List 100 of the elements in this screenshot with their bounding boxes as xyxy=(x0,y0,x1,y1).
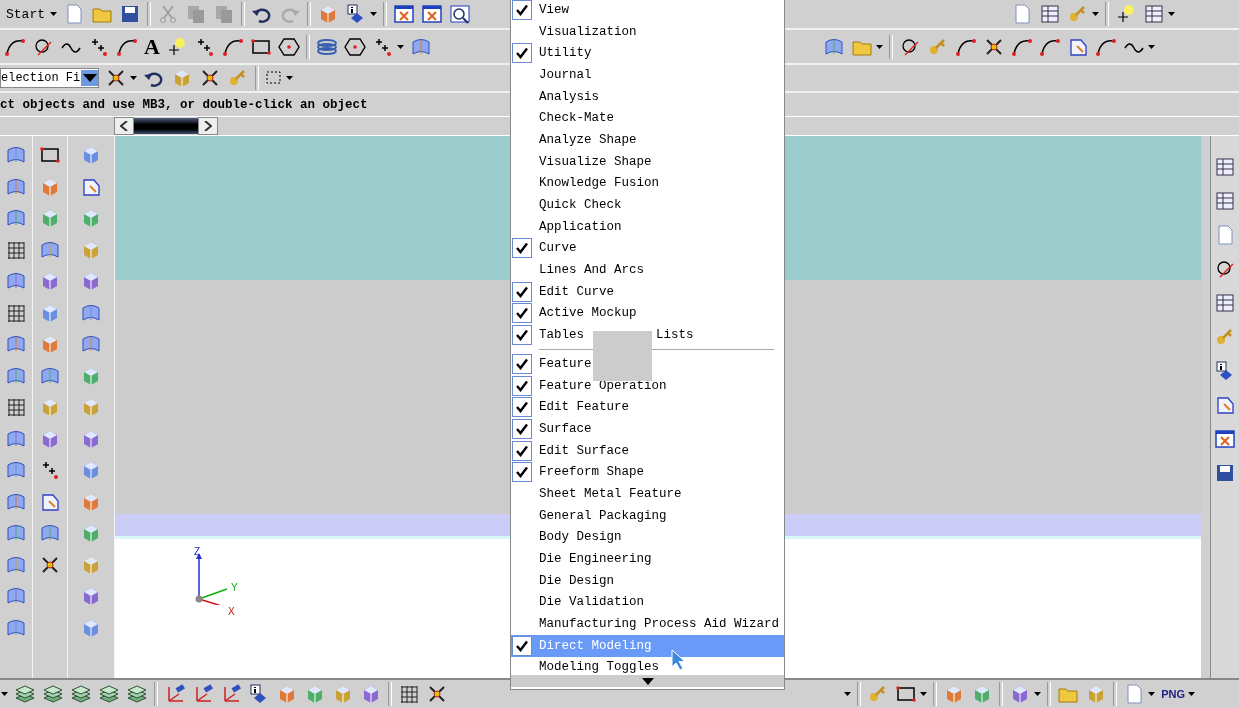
rectangle-icon[interactable] xyxy=(39,144,61,166)
hexagon-icon[interactable] xyxy=(277,35,300,58)
menu-item[interactable]: Utility xyxy=(511,42,784,65)
menu-item[interactable]: Sheet Metal Feature xyxy=(511,483,784,505)
table-icon[interactable] xyxy=(1214,156,1236,178)
caret-icon[interactable] xyxy=(844,692,852,696)
menu-item[interactable]: Body Design xyxy=(511,526,784,549)
chevron-right-icon[interactable] xyxy=(204,121,212,131)
caret-icon[interactable] xyxy=(1148,692,1156,696)
png-export-button[interactable]: PNG xyxy=(1161,688,1185,700)
menu-item[interactable]: Edit Feature xyxy=(511,396,784,419)
checkbox[interactable] xyxy=(512,238,532,259)
table-icon[interactable] xyxy=(1214,292,1236,314)
menu-item[interactable]: General Packaging xyxy=(511,504,784,527)
checkbox[interactable] xyxy=(512,397,532,418)
caret-icon[interactable] xyxy=(1148,44,1155,49)
menu-item[interactable]: Analyze Shape xyxy=(511,129,784,151)
grid-icon[interactable] xyxy=(5,396,27,418)
text-tool-icon[interactable]: A xyxy=(144,35,160,58)
caret-icon[interactable] xyxy=(50,12,57,16)
checkbox[interactable] xyxy=(512,325,532,346)
caret-icon[interactable] xyxy=(130,76,138,80)
menu-item[interactable]: View xyxy=(511,0,784,21)
surface-icon[interactable] xyxy=(5,585,27,607)
menu-item[interactable]: Journal xyxy=(511,64,784,86)
caret-icon[interactable] xyxy=(876,44,883,49)
menu-item[interactable]: Die Validation xyxy=(511,591,784,614)
caret-icon[interactable] xyxy=(1034,692,1042,696)
menu-item[interactable]: Visualization xyxy=(511,20,784,43)
magnifier-icon[interactable] xyxy=(449,3,471,25)
dropdown-arrow-icon[interactable] xyxy=(82,74,97,82)
checkbox[interactable] xyxy=(512,418,532,439)
layers-icon[interactable] xyxy=(14,683,36,705)
layers-icon[interactable] xyxy=(98,683,120,705)
surface-icon[interactable] xyxy=(80,333,102,355)
surface-icon[interactable] xyxy=(5,144,27,166)
scroll-right-button[interactable] xyxy=(198,117,218,135)
menu-item[interactable]: Check-Mate xyxy=(511,107,784,130)
bulb-icon[interactable] xyxy=(1115,3,1137,25)
layers-icon[interactable] xyxy=(126,683,148,705)
menu-item[interactable]: Analysis xyxy=(511,85,784,108)
caret-icon[interactable] xyxy=(286,76,294,80)
menu-item[interactable]: Die Design xyxy=(511,569,784,592)
grid-icon[interactable] xyxy=(398,683,420,705)
checkbox[interactable] xyxy=(512,0,532,20)
caret-icon[interactable] xyxy=(370,12,377,16)
checkbox[interactable] xyxy=(512,353,532,374)
caret-icon[interactable] xyxy=(1168,12,1175,16)
menu-item[interactable]: Feature xyxy=(511,353,784,375)
checkbox[interactable] xyxy=(512,43,532,64)
checkbox[interactable] xyxy=(512,635,532,656)
checkbox[interactable] xyxy=(512,303,532,324)
surface-icon[interactable] xyxy=(39,522,61,544)
floppy-icon[interactable] xyxy=(119,3,141,25)
surface-icon[interactable] xyxy=(5,522,27,544)
table-icon[interactable] xyxy=(1214,190,1236,212)
menu-item[interactable]: Curve xyxy=(511,237,784,260)
surface-icon[interactable] xyxy=(5,333,27,355)
menu-item[interactable]: Feature Operation xyxy=(511,374,784,397)
caret-icon[interactable] xyxy=(1092,12,1099,16)
menu-item[interactable]: Knowledge Fusion xyxy=(511,172,784,195)
floppy-icon[interactable] xyxy=(1214,462,1236,484)
menu-item[interactable]: Visualize Shape xyxy=(511,150,784,173)
window-icon[interactable] xyxy=(421,3,443,25)
caret-icon[interactable] xyxy=(920,692,928,696)
hexagon-icon[interactable] xyxy=(343,35,366,58)
menu-item[interactable]: Edit Curve xyxy=(511,280,784,303)
menu-item[interactable]: Lines And Arcs xyxy=(511,259,784,281)
menu-item[interactable]: Surface xyxy=(511,418,784,440)
menu-item[interactable]: Modeling Toggles xyxy=(511,656,784,679)
layers-icon[interactable] xyxy=(70,683,92,705)
menu-item[interactable]: Tables Lists xyxy=(511,324,784,346)
checkbox[interactable] xyxy=(512,375,532,396)
menu-item[interactable]: Die Engineering xyxy=(511,548,784,570)
layers-icon[interactable] xyxy=(42,683,64,705)
menu-item[interactable]: Freeform Shape xyxy=(511,461,784,484)
chevron-left-icon[interactable] xyxy=(120,121,128,131)
checkbox[interactable] xyxy=(512,281,532,302)
selection-filter-dropdown[interactable]: election Fi xyxy=(0,68,100,88)
caret-icon[interactable] xyxy=(1,692,8,696)
table-icon[interactable] xyxy=(1143,3,1165,25)
menu-item[interactable]: Edit Surface xyxy=(511,439,784,462)
window-icon[interactable] xyxy=(393,3,415,25)
surface-icon[interactable] xyxy=(5,270,27,292)
caret-icon[interactable] xyxy=(1188,692,1195,696)
checkbox[interactable] xyxy=(512,440,532,461)
window-icon[interactable] xyxy=(1214,428,1236,450)
surface-icon[interactable] xyxy=(5,459,27,481)
rectangle-icon[interactable] xyxy=(895,683,918,705)
caret-icon[interactable] xyxy=(396,44,404,49)
checkbox[interactable] xyxy=(512,462,532,483)
scroll-left-button[interactable] xyxy=(114,117,134,135)
start-menu-button[interactable]: Start xyxy=(4,6,47,22)
menu-item[interactable]: Application xyxy=(511,215,784,238)
table-icon[interactable] xyxy=(1039,3,1061,25)
selection-box-icon[interactable] xyxy=(265,69,284,87)
surface-icon[interactable] xyxy=(5,207,27,229)
sheet-icon[interactable] xyxy=(1214,394,1236,416)
circle-icon[interactable] xyxy=(1214,258,1236,280)
menu-item[interactable]: Manufacturing Process Aid Wizard xyxy=(511,613,784,635)
